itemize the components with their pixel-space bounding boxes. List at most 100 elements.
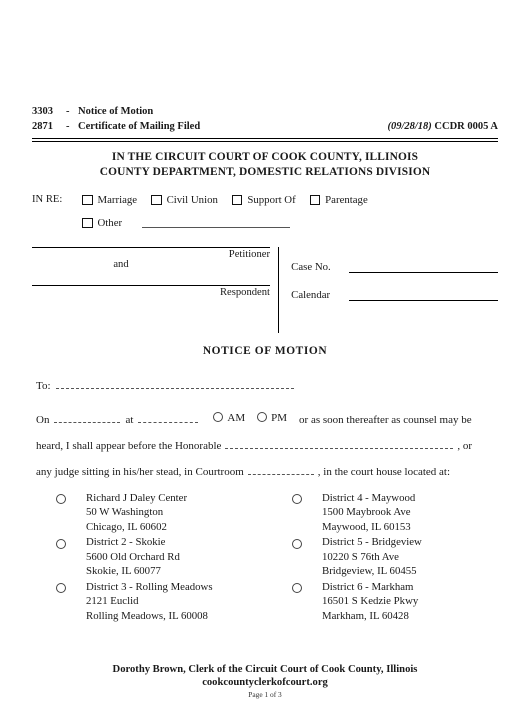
body-line-1: On at AM PM or as soon thereafter as cou… [36, 411, 498, 426]
radio-icon[interactable] [292, 583, 302, 594]
location-street: 16501 S Kedzie Pkwy [322, 595, 419, 608]
form-code-number: 2871 [32, 120, 53, 132]
to-input-line[interactable] [55, 379, 294, 389]
checkbox-label: Marriage [97, 193, 138, 206]
checkbox-option-other[interactable]: Other [82, 217, 122, 229]
form-code-dash: - [66, 120, 70, 132]
page-number: Page 1 of 3 [248, 690, 282, 699]
location-option-district-4[interactable]: District 4 - Maywood 1500 Maybrook Ave M… [268, 491, 498, 534]
location-option-daley-center[interactable]: Richard J Daley Center 50 W Washington C… [32, 491, 262, 534]
location-city: Chicago, IL 60602 [86, 520, 167, 533]
radio-icon[interactable] [292, 494, 302, 505]
court-title: IN THE CIRCUIT COURT OF COOK COUNTY, ILL… [32, 150, 498, 180]
form-code-name: Certificate of Mailing Filed [78, 120, 201, 132]
location-name: District 3 - Rolling Meadows [86, 580, 213, 593]
checkbox-option-civil-union[interactable]: Civil Union [151, 194, 218, 206]
case-number-field[interactable]: Case No. [291, 261, 498, 273]
checkbox-icon[interactable] [82, 194, 93, 206]
honorable-label: heard, I shall appear before the Honorab… [36, 439, 222, 452]
date-input-line[interactable] [54, 413, 121, 423]
checkbox-option-marriage[interactable]: Marriage [82, 194, 137, 206]
at-label: at [125, 413, 134, 426]
case-number-input-line[interactable] [349, 261, 498, 273]
form-code-dash: - [66, 106, 70, 117]
in-re-row: IN RE: Marriage Civil Union Support Of P… [32, 194, 498, 206]
checkbox-option-support-of[interactable]: Support Of [231, 193, 296, 206]
judge-name-input-line[interactable] [225, 439, 454, 449]
caption-parties: Petitioner and Respondent [32, 246, 278, 333]
courtroom-label: any judge sitting in his/her stead, in C… [36, 465, 244, 478]
body-line-2: heard, I shall appear before the Honorab… [36, 439, 498, 452]
radio-icon[interactable] [213, 411, 224, 422]
petitioner-name-line[interactable] [32, 246, 270, 248]
courthouse-locations: Richard J Daley Center 50 W Washington C… [32, 491, 498, 624]
checkbox-label: Parentage [325, 193, 368, 206]
checkbox-label: Support Of [247, 193, 296, 206]
clerk-name: Dorothy Brown, Clerk of the Circuit Cour… [112, 664, 418, 675]
body-line-3: any judge sitting in his/her stead, in C… [36, 465, 498, 478]
to-label: To: [36, 379, 51, 392]
radio-option-pm[interactable]: PM [257, 411, 288, 424]
calendar-field[interactable]: Calendar [291, 289, 498, 301]
location-name: District 5 - Bridgeview [322, 536, 422, 549]
other-input-line[interactable] [142, 218, 291, 228]
radio-icon[interactable] [56, 494, 66, 505]
location-city: Bridgeview, IL 60455 [322, 565, 417, 578]
checkbox-icon[interactable] [309, 194, 321, 206]
radio-label: AM [227, 411, 246, 424]
time-input-line[interactable] [138, 413, 199, 423]
location-option-district-5[interactable]: District 5 - Bridgeview 10220 S 76th Ave… [268, 535, 498, 578]
body-line-2-tail: , or [457, 439, 473, 452]
form-code-header: 3303 - Notice of Motion 2871 - Certifica… [32, 105, 498, 135]
body-line-3-tail: , in the court house located at: [317, 465, 451, 478]
locations-column-right: District 4 - Maywood 1500 Maybrook Ave M… [262, 491, 498, 624]
checkbox-option-parentage[interactable]: Parentage [309, 193, 368, 206]
location-option-district-6[interactable]: District 6 - Markham 16501 S Kedzie Pkwy… [268, 580, 498, 623]
radio-option-am[interactable]: AM [213, 411, 246, 424]
checkbox-label: Civil Union [166, 193, 218, 206]
in-re-label: IN RE: [32, 194, 63, 206]
location-name: District 6 - Markham [322, 580, 414, 593]
form-code-number: 3303 [32, 106, 53, 117]
location-city: Maywood, IL 60153 [322, 520, 411, 533]
calendar-label: Calendar [291, 288, 331, 301]
radio-icon[interactable] [56, 583, 66, 594]
location-option-district-2[interactable]: District 2 - Skokie 5600 Old Orchard Rd … [32, 535, 262, 578]
checkbox-icon[interactable] [82, 217, 93, 229]
radio-icon[interactable] [292, 538, 302, 549]
in-re-other-row: Other [32, 217, 498, 229]
case-caption-block: Petitioner and Respondent Case No. Calen… [32, 246, 498, 333]
respondent-label: Respondent [219, 286, 270, 298]
body-line-1-tail: or as soon thereafter as counsel may be [299, 413, 472, 426]
form-code-row: 2871 - Certificate of Mailing Filed (09/… [32, 120, 498, 135]
form-code-name: Notice of Motion [78, 106, 154, 117]
location-city: Markham, IL 60428 [322, 609, 409, 622]
header-divider [32, 137, 498, 142]
checkbox-icon[interactable] [151, 194, 162, 206]
page-footer: Dorothy Brown, Clerk of the Circuit Cour… [0, 664, 530, 699]
respondent-name-line[interactable] [32, 284, 270, 286]
radio-icon[interactable] [257, 411, 268, 422]
location-city: Skokie, IL 60077 [86, 565, 161, 578]
location-street: 10220 S 76th Ave [322, 550, 399, 563]
court-title-line-2: COUNTY DEPARTMENT, DOMESTIC RELATIONS DI… [99, 165, 431, 178]
location-name: Richard J Daley Center [86, 491, 188, 504]
location-city: Rolling Meadows, IL 60008 [86, 609, 208, 622]
clerk-website: cookcountyclerkofcourt.org [202, 677, 328, 688]
on-label: On [36, 413, 50, 426]
form-code-row: 3303 - Notice of Motion [32, 105, 498, 120]
courtroom-input-line[interactable] [247, 465, 314, 475]
location-name: District 2 - Skokie [86, 536, 166, 549]
checkbox-icon[interactable] [231, 194, 243, 206]
radio-label: PM [271, 411, 288, 424]
locations-column-left: Richard J Daley Center 50 W Washington C… [32, 491, 262, 624]
checkbox-label: Other [97, 216, 123, 229]
location-street: 50 W Washington [86, 506, 164, 519]
radio-icon[interactable] [56, 538, 66, 549]
calendar-input-line[interactable] [349, 289, 498, 301]
and-label: and [113, 258, 129, 270]
to-field[interactable]: To: [32, 379, 498, 392]
location-option-district-3[interactable]: District 3 - Rolling Meadows 2121 Euclid… [32, 580, 262, 623]
in-re-block: IN RE: Marriage Civil Union Support Of P… [32, 194, 498, 229]
case-number-label: Case No. [291, 260, 331, 273]
